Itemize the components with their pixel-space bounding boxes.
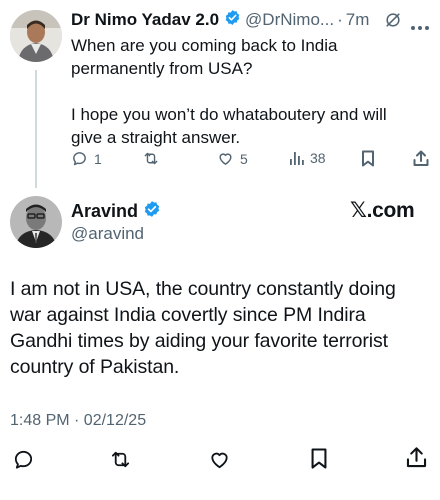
retweet-button[interactable] xyxy=(108,448,133,471)
share-button[interactable] xyxy=(413,150,429,167)
thread-line xyxy=(35,70,37,188)
parent-text-line: permanently from USA? xyxy=(71,59,253,78)
bookmark-button[interactable] xyxy=(361,150,375,167)
share-icon xyxy=(413,150,429,167)
like-button[interactable]: 5 xyxy=(217,150,248,167)
main-avatar[interactable] xyxy=(10,196,62,248)
parent-display-name[interactable]: Dr Nimo Yadav 2.0 xyxy=(71,10,219,30)
bookmark-icon xyxy=(361,150,375,167)
like-icon xyxy=(208,448,231,471)
parent-time[interactable]: 7m xyxy=(346,10,370,30)
like-icon xyxy=(217,150,234,167)
like-count: 5 xyxy=(240,150,248,167)
separator-dot: · xyxy=(337,10,343,29)
main-text-line: war against India covertly since PM Indi… xyxy=(10,304,366,326)
retweet-icon xyxy=(142,150,160,167)
timestamp[interactable]: 1:48 PM · 02/12/25 xyxy=(10,412,146,430)
reply-icon xyxy=(71,150,88,167)
verified-badge-icon xyxy=(143,200,161,223)
share-button[interactable] xyxy=(406,446,427,469)
grok-icon[interactable] xyxy=(383,10,403,35)
views-icon xyxy=(289,150,304,166)
reply-count: 1 xyxy=(94,150,102,167)
parent-text-line: give a straight answer. xyxy=(71,128,241,147)
verified-badge-icon xyxy=(224,9,241,31)
share-icon xyxy=(406,446,427,469)
main-display-name[interactable]: Aravind xyxy=(71,201,138,222)
views-count: 38 xyxy=(310,150,326,166)
like-button[interactable] xyxy=(208,448,231,471)
reply-button[interactable] xyxy=(12,448,35,471)
views-button[interactable]: 38 xyxy=(289,150,326,166)
retweet-icon xyxy=(108,448,133,471)
brand-logo: 𝕏.com xyxy=(350,199,415,222)
parent-text-line: I hope you won’t do whataboutery and wil… xyxy=(71,105,387,124)
main-tweet-text: I am not in USA, the country constantly … xyxy=(10,276,435,380)
main-text-line: Gandhi times by aiding your favorite ter… xyxy=(10,330,388,352)
retweet-button[interactable] xyxy=(142,150,160,167)
main-text-line: country of Pakistan. xyxy=(10,356,180,378)
reply-icon xyxy=(12,448,35,471)
main-handle[interactable]: @aravind xyxy=(71,224,144,244)
parent-text-line: When are you coming back to India xyxy=(71,36,338,55)
parent-tweet-text: When are you coming back to India perman… xyxy=(71,34,431,149)
parent-avatar[interactable] xyxy=(10,10,62,62)
main-text-line: I am not in USA, the country constantly … xyxy=(10,278,396,300)
bookmark-icon xyxy=(310,447,328,470)
parent-handle[interactable]: @DrNimo... xyxy=(245,10,334,30)
bookmark-button[interactable] xyxy=(310,447,328,470)
reply-button[interactable]: 1 xyxy=(71,150,102,167)
